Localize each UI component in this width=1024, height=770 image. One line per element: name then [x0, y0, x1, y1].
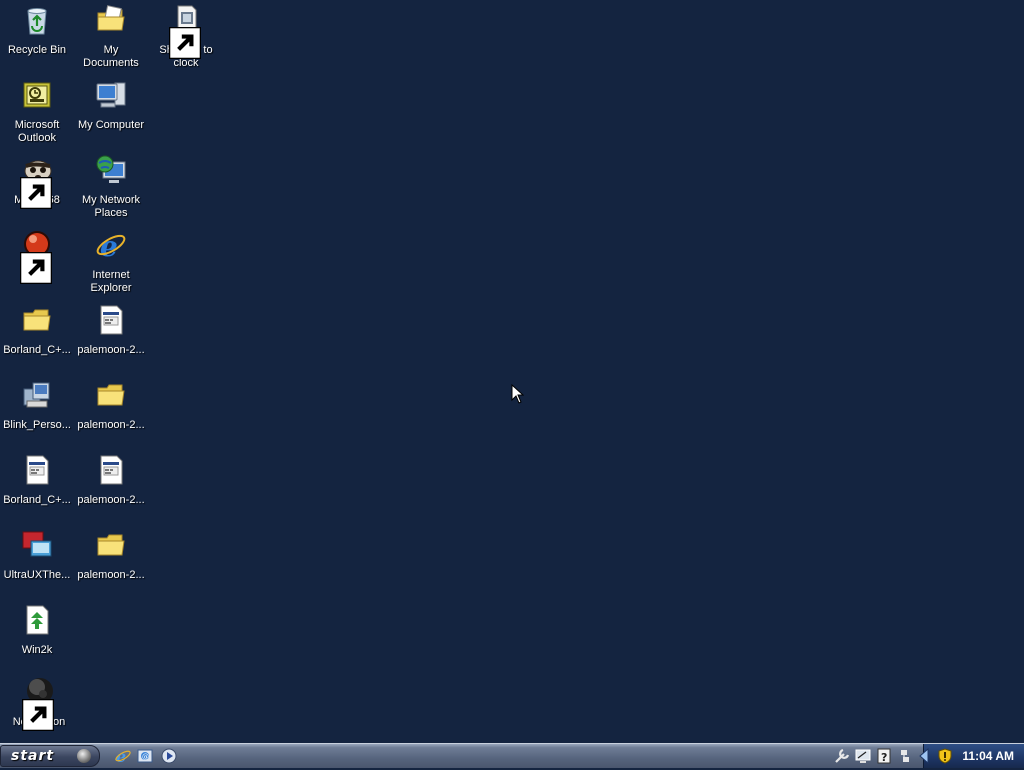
network-places-icon [95, 154, 127, 186]
new-moon-icon [22, 676, 55, 731]
desktop-icon-ultrauxtheme[interactable]: UltraUXThe... [0, 529, 74, 582]
internet-explorer-icon: e [95, 229, 127, 261]
text-document-icon [21, 454, 53, 486]
folder-icon [95, 529, 127, 561]
folder-icon [95, 379, 127, 411]
desktop-icon-shortcut-to-clock[interactable]: VI Shortcut to clock [149, 4, 223, 70]
desktop-icon-win2k[interactable]: Win2k [0, 604, 74, 657]
outlook-icon [21, 79, 53, 111]
desktop-icon-pego[interactable]: Pego [0, 229, 74, 284]
desktop: Recycle Bin Microsoft Outlook MyPal 68 P… [0, 0, 1024, 743]
installer-icon [21, 379, 53, 411]
security-shield-icon[interactable] [936, 747, 954, 765]
icon-label: Borland_C+... [3, 494, 71, 506]
icon-label: palemoon-2... [77, 494, 145, 506]
icon-label: Microsoft Outlook [14, 119, 60, 144]
icon-label: My Documents [83, 44, 139, 69]
shortcut-arrow-icon [169, 27, 201, 59]
text-document-icon [95, 454, 127, 486]
icon-label: Blink_Perso... [3, 419, 71, 431]
start-button[interactable]: start [0, 745, 100, 767]
desktop-icon-new-moon[interactable]: New moon [2, 676, 76, 731]
quick-launch-outlook-express-icon[interactable]: @ [136, 747, 154, 765]
clock[interactable]: 11:04 AM [962, 749, 1014, 763]
network-icon[interactable] [896, 747, 914, 765]
display-properties-icon[interactable] [854, 747, 872, 765]
desktop-icon-palemoon-folder-2[interactable]: palemoon-2... [74, 529, 148, 582]
desktop-icon-microsoft-outlook[interactable]: Microsoft Outlook [0, 79, 74, 145]
desktop-icon-mypal[interactable]: MyPal 68 [0, 154, 74, 209]
icon-label: palemoon-2... [77, 344, 145, 356]
icon-label: palemoon-2... [77, 569, 145, 581]
icon-label: My Computer [77, 119, 145, 131]
shortcut-arrow-icon [20, 252, 52, 284]
tray-expand-arrow-icon[interactable] [916, 747, 932, 765]
quick-launch-media-player-icon[interactable] [160, 747, 178, 765]
desktop-icon-my-network-places[interactable]: My Network Places [74, 154, 148, 220]
svg-text:e: e [100, 230, 118, 261]
desktop-icon-my-computer[interactable]: My Computer [74, 79, 148, 132]
taskbar: start e @ ? 11:04 AM [0, 743, 1024, 768]
icon-label: UltraUXThe... [3, 569, 71, 581]
quick-launch-internet-explorer-icon[interactable]: e [114, 747, 132, 766]
mouse-cursor-icon [511, 383, 525, 404]
mypal-icon [20, 154, 53, 209]
my-documents-icon [95, 4, 127, 36]
start-label: start [11, 748, 55, 764]
desktop-icon-borland-document[interactable]: Borland_C+... [0, 454, 74, 507]
icon-label: My Network Places [81, 194, 141, 219]
icon-label: Win2k [21, 644, 53, 656]
folder-icon [21, 304, 53, 336]
desktop-icon-my-documents[interactable]: My Documents [74, 4, 148, 70]
shortcut-arrow-icon [20, 177, 52, 209]
clock-shortcut-icon: VI [169, 4, 202, 59]
desktop-icon-palemoon-document-1[interactable]: palemoon-2... [74, 304, 148, 357]
shortcut-arrow-icon [22, 699, 54, 731]
notification-area: 11:04 AM [919, 744, 1024, 768]
wrench-icon[interactable] [833, 747, 851, 765]
desktop-icon-borland-folder[interactable]: Borland_C+... [0, 304, 74, 357]
system-tray: ? 11:04 AM [824, 744, 1024, 768]
text-document-icon [95, 304, 127, 336]
icon-label: Borland_C+... [3, 344, 71, 356]
help-icon[interactable]: ? [875, 747, 893, 765]
desktop-icon-internet-explorer[interactable]: e Internet Explorer [74, 229, 148, 295]
start-orb-icon [77, 749, 91, 763]
icon-label: Internet Explorer [90, 269, 132, 294]
win2k-file-icon [21, 604, 53, 636]
icon-label: Recycle Bin [7, 44, 67, 56]
desktop-icon-recycle-bin[interactable]: Recycle Bin [0, 4, 74, 57]
recycle-bin-icon [21, 4, 53, 36]
desktop-icon-palemoon-folder-1[interactable]: palemoon-2... [74, 379, 148, 432]
svg-text:?: ? [881, 751, 887, 764]
desktop-icon-palemoon-document-2[interactable]: palemoon-2... [74, 454, 148, 507]
ultrauxtheme-icon [21, 529, 53, 561]
my-computer-icon [95, 79, 127, 111]
icon-label: palemoon-2... [77, 419, 145, 431]
desktop-icon-blink[interactable]: Blink_Perso... [0, 379, 74, 432]
pego-icon [20, 229, 53, 284]
svg-text:@: @ [142, 753, 149, 761]
